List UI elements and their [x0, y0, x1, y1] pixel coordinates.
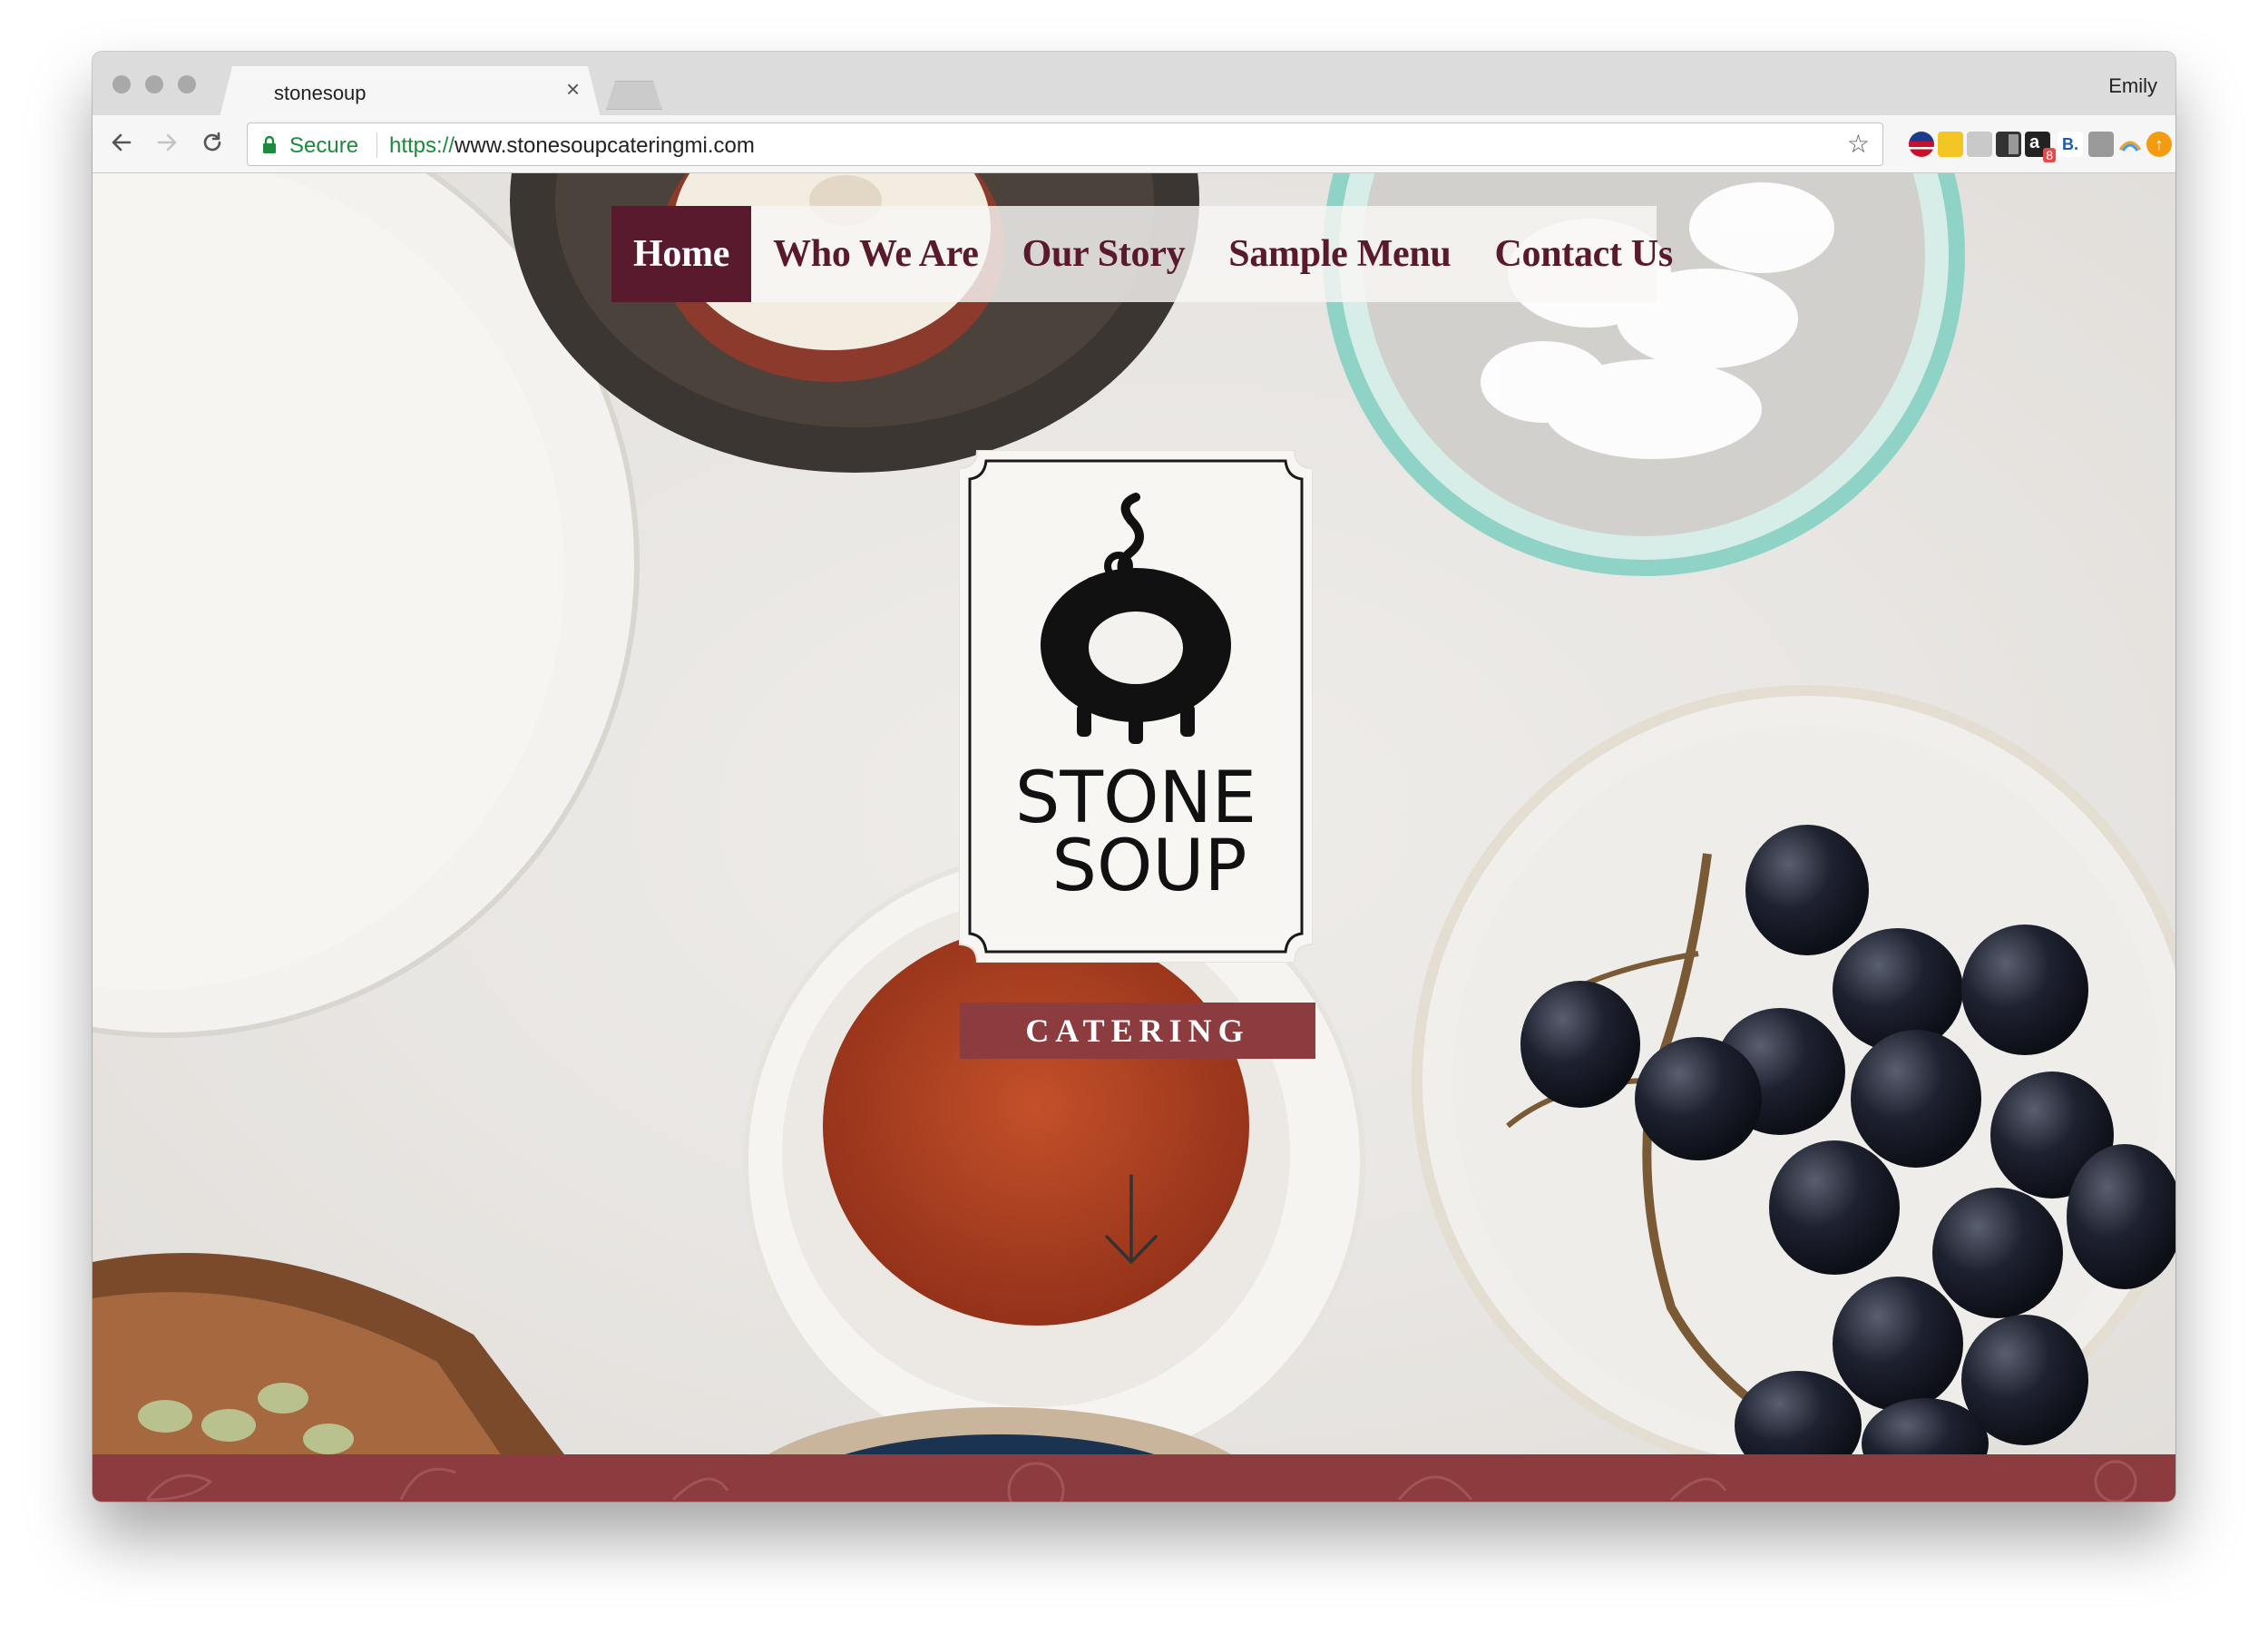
profile-name[interactable]: Emily	[2108, 74, 2157, 98]
honey-extension-icon[interactable]: ↑	[2146, 132, 2172, 157]
zoom-window-button[interactable]	[178, 75, 196, 93]
amazon-badge: 8	[2043, 148, 2056, 162]
back-arrow-icon	[112, 133, 132, 152]
nav-sample-menu[interactable]: Sample Menu	[1207, 206, 1472, 302]
translate-extension-icon[interactable]	[1967, 132, 1992, 157]
tab-title: stonesoup	[274, 82, 367, 104]
rainbow-extension-icon[interactable]	[2117, 132, 2143, 157]
scroll-down-arrow-icon[interactable]	[1100, 1171, 1163, 1271]
nav-contact-us[interactable]: Contact Us	[1473, 206, 1695, 302]
catering-banner: CATERING	[960, 1003, 1315, 1059]
minimize-window-button[interactable]	[145, 75, 163, 93]
back-button[interactable]	[103, 124, 140, 161]
stone-soup-logo[interactable]: STONE SOUP	[959, 450, 1313, 963]
web-page: Home Who We Are Our Story Sample Menu Co…	[93, 173, 2175, 1502]
url-text[interactable]: https://www.stonesoupcateringmi.com	[389, 133, 755, 159]
nav-home[interactable]: Home	[611, 206, 752, 302]
amazon-extension-icon[interactable]: a 8	[2025, 132, 2056, 162]
pocket-extension-icon[interactable]	[2088, 132, 2114, 157]
reload-button[interactable]	[194, 124, 230, 161]
reload-icon	[203, 132, 221, 152]
logo-line-soup: SOUP	[1051, 826, 1246, 907]
title-bar: stonesoup × Emily	[93, 52, 2175, 117]
close-window-button[interactable]	[112, 75, 131, 93]
url-host: www.stonesoupcateringmi.com	[455, 133, 755, 158]
flag-extension-icon[interactable]	[1909, 132, 1934, 157]
nav-who-we-are[interactable]: Who We Are	[751, 206, 1000, 302]
site-navigation: Home Who We Are Our Story Sample Menu Co…	[611, 206, 1673, 302]
footer-band	[93, 1454, 2175, 1502]
forward-button[interactable]	[149, 124, 185, 161]
bookmark-star-icon[interactable]: ☆	[1847, 132, 1870, 157]
notes-extension-icon[interactable]	[1938, 132, 1963, 157]
address-bar[interactable]: Secure https://www.stonesoupcateringmi.c…	[247, 122, 1883, 166]
botanical-pattern-icon	[145, 1460, 2137, 1502]
layout-extension-icon[interactable]	[1996, 132, 2021, 157]
bitly-extension-icon[interactable]: B.	[2058, 132, 2083, 157]
forward-arrow-icon	[157, 133, 177, 152]
nav-our-story[interactable]: Our Story	[1001, 206, 1207, 302]
omnibox-divider	[376, 132, 377, 158]
url-scheme: https://	[389, 133, 455, 158]
browser-window: stonesoup × Emily Secure https://www.sto…	[93, 52, 2175, 1502]
tab-close-icon[interactable]: ×	[566, 77, 580, 101]
browser-toolbar: Secure https://www.stonesoupcateringmi.c…	[93, 115, 2175, 173]
lock-icon	[263, 135, 276, 153]
new-tab-button[interactable]	[606, 81, 662, 110]
security-label: Secure	[289, 133, 359, 158]
